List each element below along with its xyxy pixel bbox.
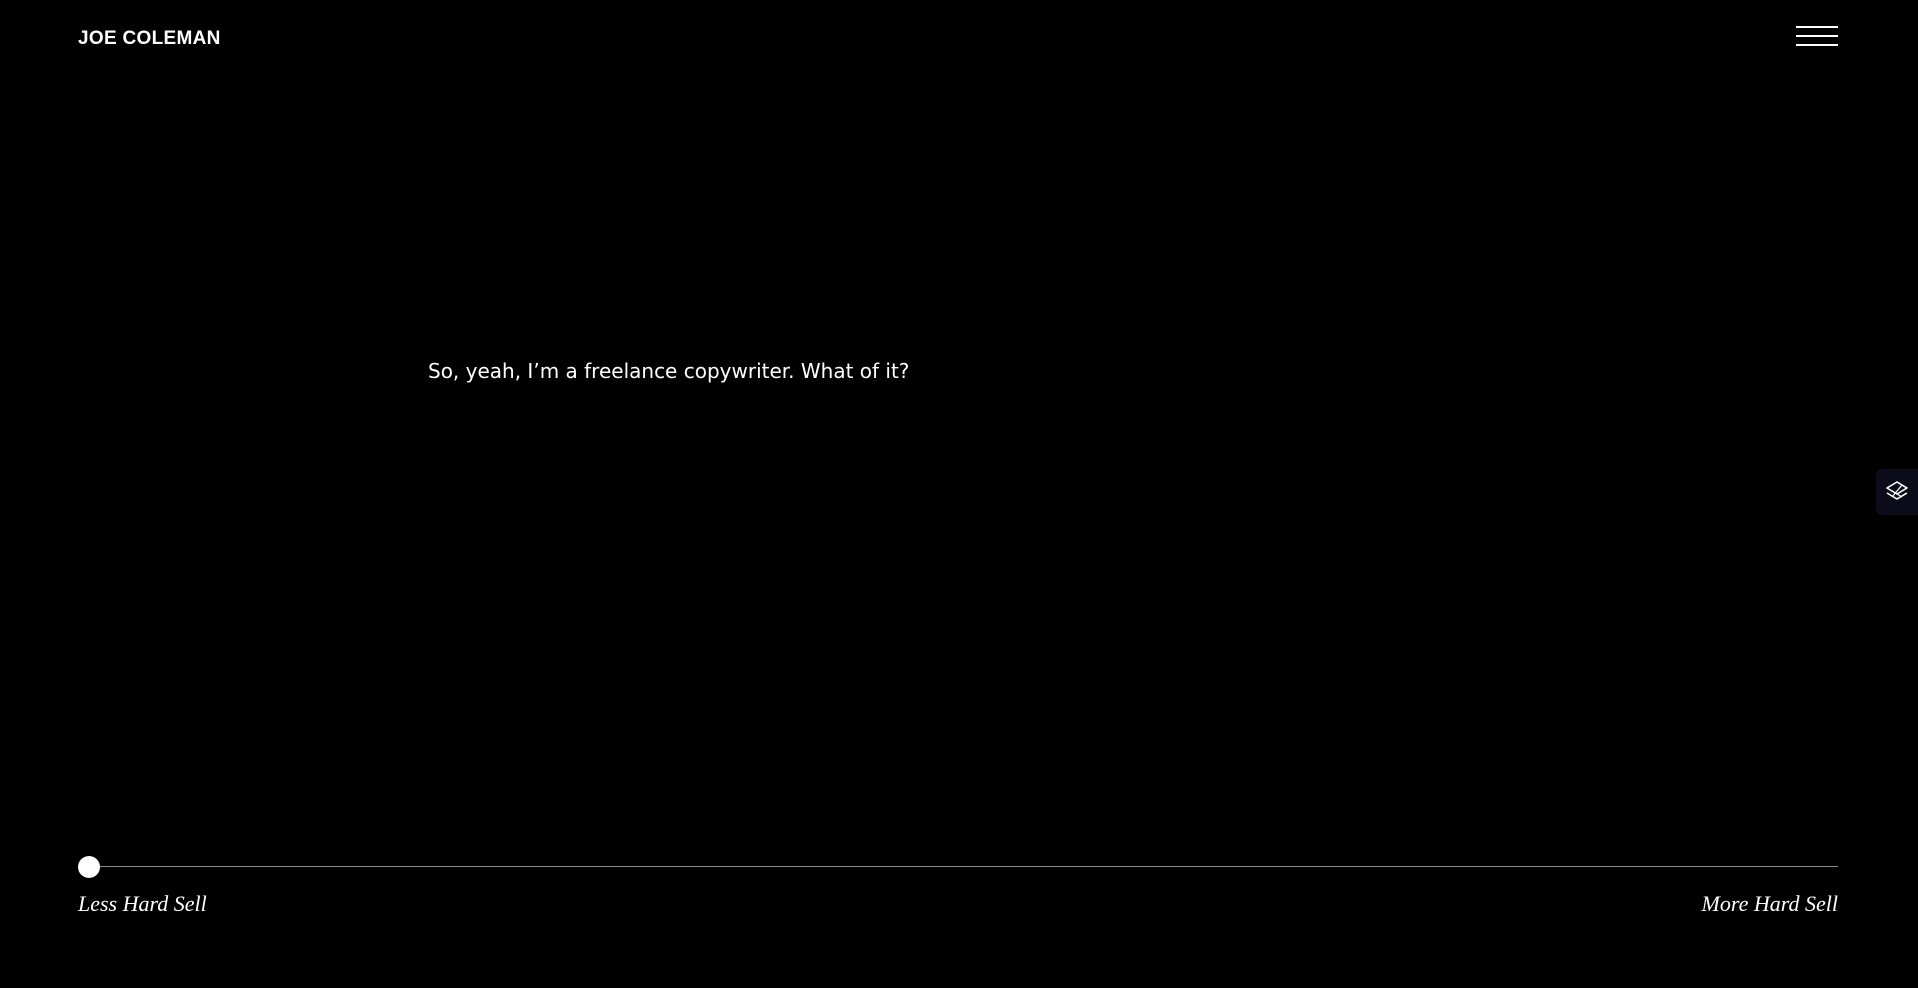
hamburger-menu-icon-bar-3 <box>1796 44 1838 46</box>
hard-sell-slider[interactable] <box>78 855 1838 879</box>
slider-min-label: Less Hard Sell <box>78 891 207 916</box>
layers-icon <box>1886 481 1908 500</box>
intro-copy-text: So, yeah, I’m a freelance copywriter. Wh… <box>428 359 910 383</box>
slider-max-label: More Hard Sell <box>1701 891 1838 916</box>
slider-track[interactable] <box>78 866 1838 867</box>
hamburger-menu-icon-bar-2 <box>1796 35 1838 37</box>
site-title[interactable]: JOE COLEMAN <box>78 28 221 50</box>
page: JOE COLEMAN So, yeah, I’m a freelance co… <box>0 0 1918 988</box>
side-widget-button[interactable] <box>1876 469 1918 515</box>
slider-thumb[interactable] <box>78 856 100 878</box>
hamburger-menu-icon <box>1796 26 1838 28</box>
menu-button[interactable] <box>1796 24 1838 50</box>
